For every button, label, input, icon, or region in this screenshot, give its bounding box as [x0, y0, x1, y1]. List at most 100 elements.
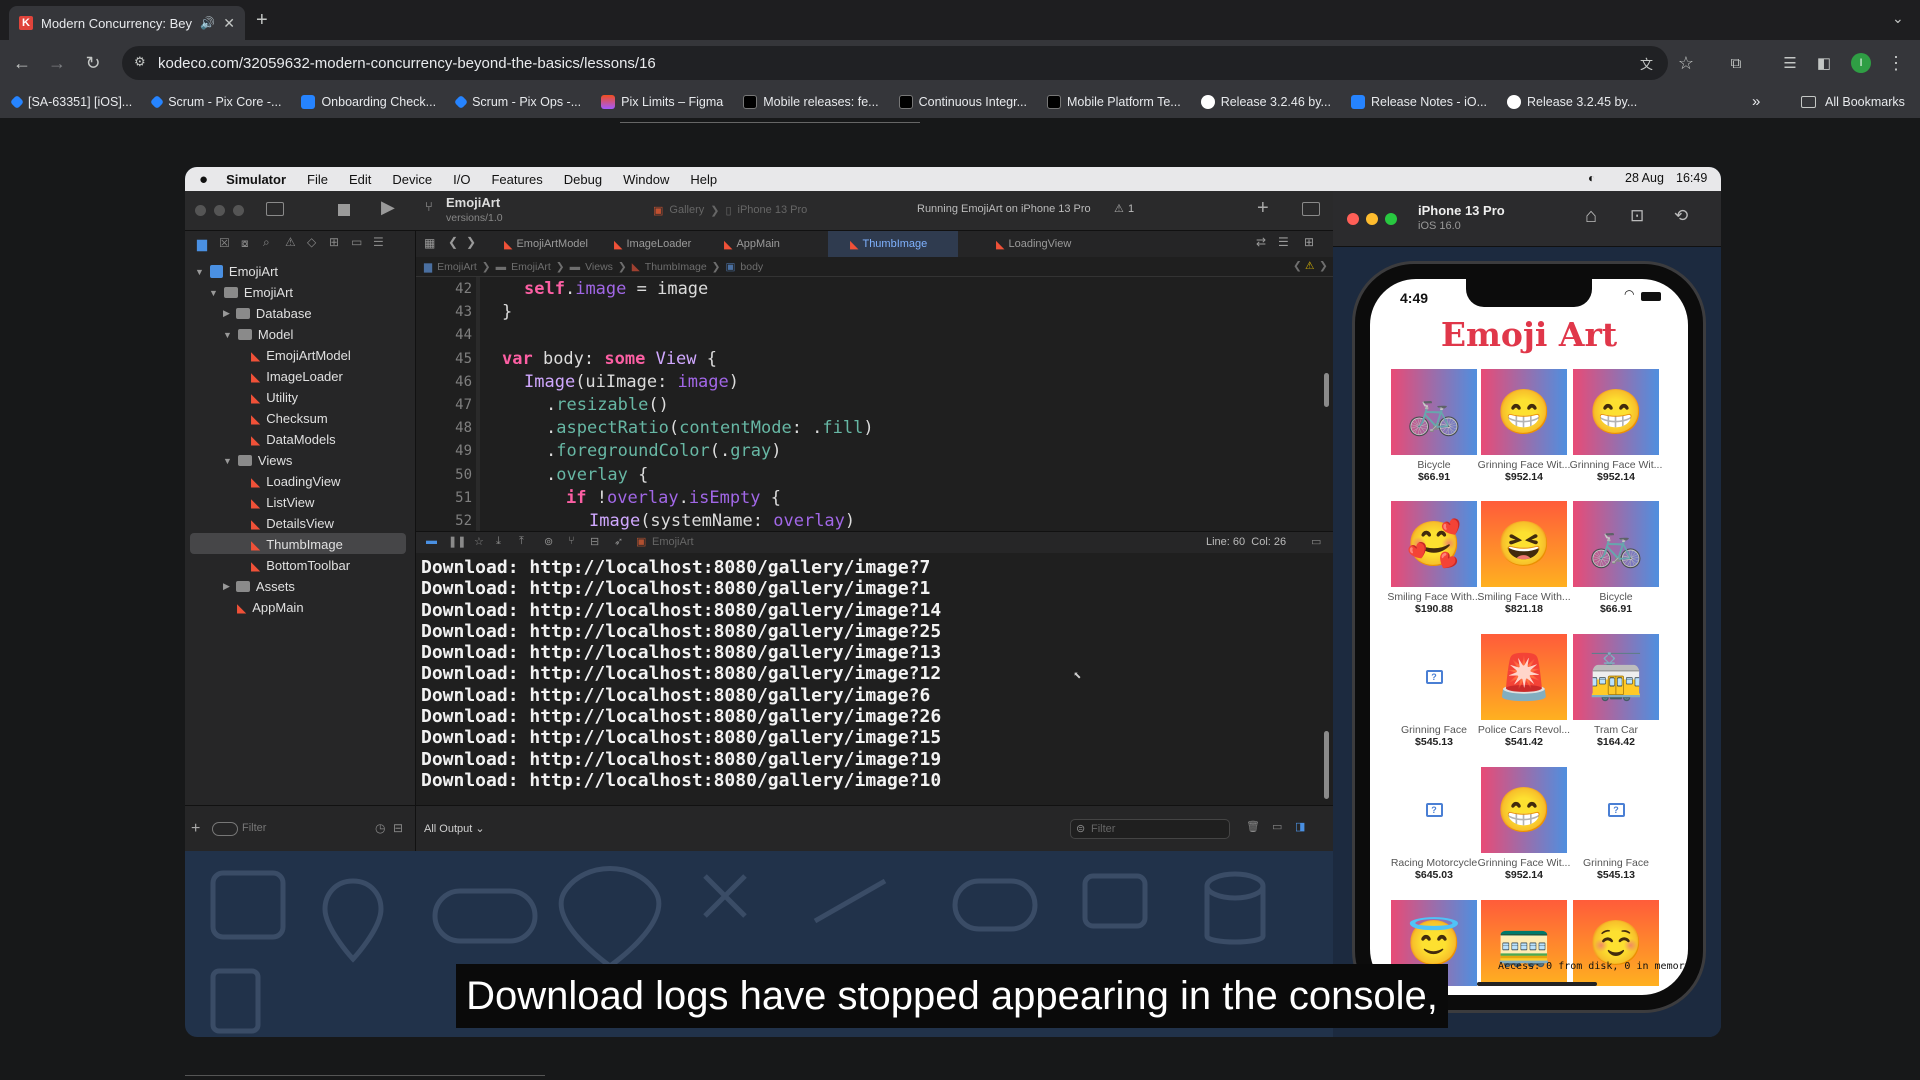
bookmark-star-icon[interactable]: ☆	[1674, 51, 1698, 75]
tab-search-icon[interactable]: ⌄	[1892, 10, 1904, 27]
editor-grid-icon[interactable]: ▦	[424, 236, 435, 250]
breadcrumb-item[interactable]: body	[740, 261, 763, 273]
project-navigator-icon[interactable]: ▆	[197, 236, 207, 252]
menu-device[interactable]: Device	[392, 172, 432, 187]
bookmark-item[interactable]: Mobile Platform Te...	[1047, 95, 1181, 109]
issue-navigator-icon[interactable]: ⚠	[285, 235, 296, 249]
nav-item-project[interactable]: ▼ EmojiArt	[195, 261, 278, 282]
bookmark-item[interactable]: Release 3.2.46 by...	[1200, 95, 1331, 109]
control-center-icon[interactable]: ◐	[1588, 171, 1595, 185]
reload-icon[interactable]: ↻	[81, 51, 105, 75]
filter-options-icon[interactable]	[212, 822, 238, 836]
emoji-card[interactable]: ☺️	[1561, 900, 1671, 990]
nav-item-file[interactable]: ◣ Checksum	[251, 408, 328, 429]
menu-simulator[interactable]: Simulator	[226, 172, 286, 187]
forward-icon[interactable]: →	[45, 51, 69, 75]
window-zoom-button[interactable]	[233, 205, 244, 216]
home-icon[interactable]: ⌂	[1585, 205, 1597, 228]
breadcrumb-item[interactable]: EmojiArt	[511, 261, 551, 273]
bookmark-item[interactable]: Pix Limits – Figma	[601, 95, 723, 109]
nav-item-file[interactable]: ◣ BottomToolbar	[251, 555, 350, 576]
profile-avatar[interactable]: I	[1851, 53, 1871, 73]
nav-item-file[interactable]: ◣ LoadingView	[251, 471, 340, 492]
debug-layout-icon[interactable]: ▭	[1311, 535, 1321, 548]
tab-thumbimage-active[interactable]: ◣ ThumbImage	[828, 231, 958, 257]
new-tab-icon[interactable]: +	[256, 9, 268, 32]
editor-scrollbar[interactable]	[1324, 373, 1329, 407]
variables-view-icon[interactable]: ▭	[1272, 820, 1282, 833]
code-editor[interactable]: 42 43 44 45 46 47 48 49 50 51 52 self.im…	[416, 277, 1333, 531]
rotate-icon[interactable]: ⟲	[1674, 206, 1688, 226]
menu-io[interactable]: I/O	[453, 172, 470, 187]
menu-help[interactable]: Help	[690, 172, 717, 187]
address-bar[interactable]: ⚙ kodeco.com/32059632-modern-concurrency…	[122, 46, 1668, 80]
bookmark-item[interactable]: Release Notes - iO...	[1350, 95, 1487, 109]
trash-icon[interactable]: 🗑	[1246, 820, 1260, 833]
menu-window[interactable]: Window	[623, 172, 669, 187]
bookmark-item[interactable]: Scrum - Pix Ops -...	[454, 94, 581, 110]
menu-debug[interactable]: Debug	[564, 172, 602, 187]
memory-graph-icon[interactable]: ⑂	[568, 535, 575, 547]
site-info-icon[interactable]: ⚙	[134, 54, 146, 70]
add-file-icon[interactable]: +	[191, 820, 200, 838]
nav-item-file[interactable]: ◣ ListView	[251, 492, 314, 513]
add-icon[interactable]: +	[1257, 197, 1269, 220]
test-navigator-icon[interactable]: ◇	[307, 235, 316, 249]
emoji-card[interactable]: 😁 Grinning Face Wit... $952.14	[1561, 369, 1671, 483]
translate-icon[interactable]: 文	[1640, 54, 1653, 73]
window-close-button[interactable]	[195, 205, 206, 216]
breakpoints-icon[interactable]: ❚❚	[448, 535, 466, 548]
bookmark-item[interactable]: Onboarding Check...	[301, 95, 436, 109]
emoji-card[interactable]: ? Grinning Face $545.13	[1561, 767, 1671, 881]
environment-icon[interactable]: ⊟	[590, 535, 599, 548]
menu-edit[interactable]: Edit	[349, 172, 371, 187]
emoji-card[interactable]: 🚲 Bicycle $66.91	[1561, 501, 1671, 615]
menu-kebab-icon[interactable]: ⋮	[1884, 51, 1908, 75]
nav-item-folder[interactable]: ▶ Assets	[223, 576, 295, 597]
breadcrumb-item[interactable]: EmojiArt	[437, 261, 477, 273]
menu-features[interactable]: Features	[491, 172, 542, 187]
editor-options-icon[interactable]: ☰	[1278, 235, 1289, 249]
report-navigator-icon[interactable]: ☰	[373, 235, 384, 249]
location-icon[interactable]: ➶	[614, 535, 623, 548]
nav-item-folder[interactable]: ▼ EmojiArt	[209, 282, 293, 303]
scheme-selector[interactable]: ▣ Gallery ❯ ▯ iPhone 13 Pro	[653, 200, 813, 220]
bookmark-item[interactable]: Release 3.2.45 by...	[1506, 95, 1637, 109]
step-in-icon[interactable]: ⤒	[519, 535, 524, 548]
bookmark-item[interactable]: Continuous Integr...	[898, 95, 1027, 109]
extensions-icon[interactable]: ⧉	[1724, 51, 1748, 75]
breadcrumb-item[interactable]: ThumbImage	[645, 261, 707, 273]
nav-item-file[interactable]: ◣ Utility	[251, 387, 298, 408]
nav-item-file[interactable]: ◣ DataModels	[251, 429, 336, 450]
nav-back-icon[interactable]: ❮	[448, 235, 458, 249]
tab-emojiartmodel[interactable]: ◣ EmojiArtModel	[496, 231, 606, 257]
breakpoint-navigator-icon[interactable]: ▭	[351, 235, 362, 249]
sim-minimize-button[interactable]	[1366, 213, 1378, 225]
bookmark-item[interactable]: Scrum - Pix Core -...	[150, 94, 281, 110]
breadcrumb-item[interactable]: Views	[585, 261, 613, 273]
output-selector[interactable]: All Output ⌄	[424, 822, 485, 835]
breadcrumb-back-icon[interactable]: ❮	[1293, 260, 1302, 272]
window-minimize-button[interactable]	[214, 205, 225, 216]
tab-loadingview[interactable]: ◣ LoadingView	[962, 231, 1082, 257]
debug-console[interactable]: Download: http://localhost:8080/gallery/…	[416, 553, 1333, 805]
sim-zoom-button[interactable]	[1385, 213, 1397, 225]
bookmark-item[interactable]: [SA-63351] [iOS]...	[9, 94, 132, 110]
recent-files-icon[interactable]: ◷	[375, 821, 385, 835]
sim-close-button[interactable]	[1347, 213, 1359, 225]
apple-logo-icon[interactable]: ●	[199, 171, 208, 188]
bookmarks-overflow-icon[interactable]: »	[1752, 93, 1760, 110]
all-bookmarks[interactable]: All Bookmarks	[1825, 95, 1905, 109]
media-icon[interactable]: ☰	[1778, 51, 1802, 75]
warning-icon[interactable]: ⚠	[1114, 202, 1124, 215]
bookmark-item[interactable]: Mobile releases: fe...	[743, 95, 879, 109]
console-filter-field[interactable]: ⊜ Filter	[1070, 819, 1230, 839]
nav-item-folder[interactable]: ▼ Views	[223, 450, 292, 471]
stop-button[interactable]	[338, 204, 350, 216]
view-debugger-icon[interactable]: ⊚	[544, 535, 553, 548]
nav-item-folder[interactable]: ▼ Model	[223, 324, 293, 345]
tab-imageloader[interactable]: ◣ ImageLoader	[606, 231, 716, 257]
refresh-canvas-icon[interactable]: ⇄	[1256, 235, 1266, 249]
tab-appmain[interactable]: ◣ AppMain	[716, 231, 826, 257]
navigator-filter-input[interactable]: Filter	[242, 822, 266, 834]
